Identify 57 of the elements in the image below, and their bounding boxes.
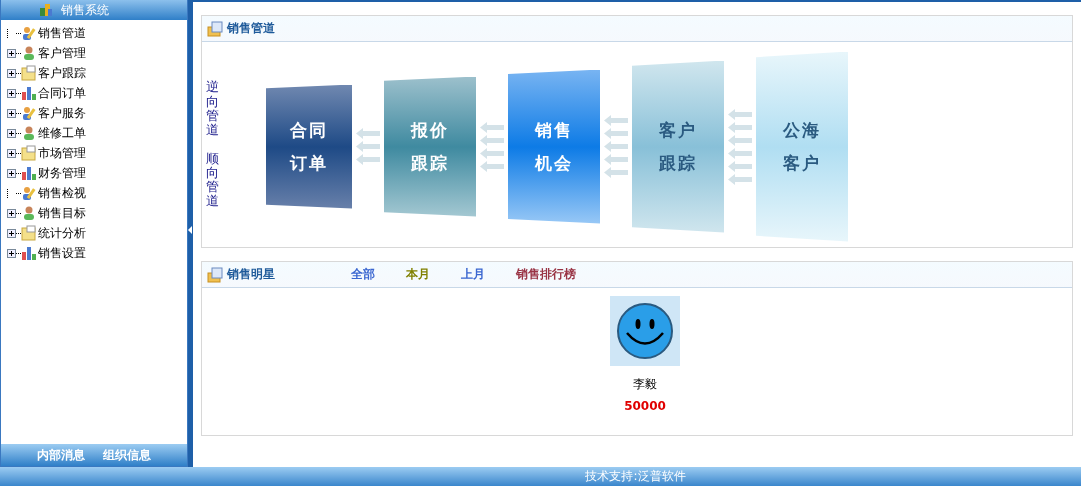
panel-title: 销售管道 bbox=[227, 20, 275, 37]
pipeline-stage[interactable]: 客户 跟踪 bbox=[632, 60, 724, 233]
tree-item[interactable]: 维修工单 bbox=[38, 124, 86, 142]
tree-item[interactable]: 销售目标 bbox=[38, 204, 86, 222]
smiley-icon bbox=[610, 296, 680, 366]
pipeline-stage[interactable]: 公海 客户 bbox=[756, 51, 848, 242]
bar-chart-icon bbox=[21, 85, 37, 101]
expand-icon[interactable] bbox=[7, 88, 16, 98]
pipeline-stage[interactable]: 销售 机会 bbox=[508, 69, 600, 224]
folder-icon bbox=[207, 20, 223, 37]
reverse-pipeline-label: 逆向管道 bbox=[206, 80, 219, 138]
filter-link[interactable]: 销售排行榜 bbox=[516, 266, 576, 283]
sales-amount: 50000 bbox=[624, 399, 666, 413]
expand-icon[interactable] bbox=[7, 148, 16, 158]
blocks-icon bbox=[39, 3, 53, 17]
expand-icon[interactable] bbox=[7, 168, 16, 178]
person-icon bbox=[21, 45, 37, 61]
tree-item[interactable]: 客户服务 bbox=[38, 104, 86, 122]
filter-link[interactable]: 本月 bbox=[406, 266, 430, 283]
arrows-drawing bbox=[480, 120, 504, 173]
person-icon bbox=[21, 205, 37, 221]
tree-item[interactable]: 客户管理 bbox=[38, 44, 86, 62]
tree-item[interactable]: 统计分析 bbox=[38, 224, 86, 242]
expand-icon[interactable] bbox=[7, 48, 16, 58]
expand-icon[interactable] bbox=[7, 128, 16, 138]
arrows-drawing bbox=[604, 114, 628, 179]
pipeline-stage[interactable]: 合同 订单 bbox=[266, 84, 352, 209]
status-text: 技术支持:泛普软件 bbox=[585, 468, 686, 485]
folder-icon bbox=[21, 145, 37, 161]
bar-chart-icon bbox=[21, 245, 37, 261]
folder-icon bbox=[21, 65, 37, 81]
tree-item[interactable]: 市场管理 bbox=[38, 144, 86, 162]
tree-item[interactable]: 合同订单 bbox=[38, 84, 86, 102]
tree-item[interactable]: 客户跟踪 bbox=[38, 64, 86, 82]
panel-title: 销售明星 bbox=[227, 266, 275, 283]
forward-pipeline-label: 顺向管道 bbox=[206, 151, 219, 209]
arrows-drawing bbox=[356, 127, 380, 166]
tree-item[interactable]: 销售检视 bbox=[38, 184, 86, 202]
expand-icon[interactable] bbox=[7, 108, 16, 118]
expand-icon[interactable] bbox=[7, 228, 16, 238]
folder-icon bbox=[207, 266, 223, 283]
expand-icon[interactable] bbox=[7, 248, 16, 258]
sidebar-title: 销售系统 bbox=[61, 1, 109, 19]
tree-item[interactable]: 销售设置 bbox=[38, 244, 86, 262]
filter-link[interactable]: 全部 bbox=[351, 266, 375, 283]
tree-item[interactable]: 销售管道 bbox=[38, 24, 86, 42]
expand-icon[interactable] bbox=[7, 68, 16, 78]
people-icon bbox=[21, 105, 37, 121]
people-icon bbox=[21, 185, 37, 201]
bar-chart-icon bbox=[21, 165, 37, 181]
people-icon bbox=[21, 25, 37, 41]
filter-link[interactable]: 上月 bbox=[461, 266, 485, 283]
expand-icon[interactable] bbox=[7, 208, 16, 218]
folder-icon bbox=[21, 225, 37, 241]
tree-item[interactable]: 财务管理 bbox=[38, 164, 86, 182]
person-icon bbox=[21, 125, 37, 141]
person-name: 李毅 bbox=[633, 376, 657, 393]
